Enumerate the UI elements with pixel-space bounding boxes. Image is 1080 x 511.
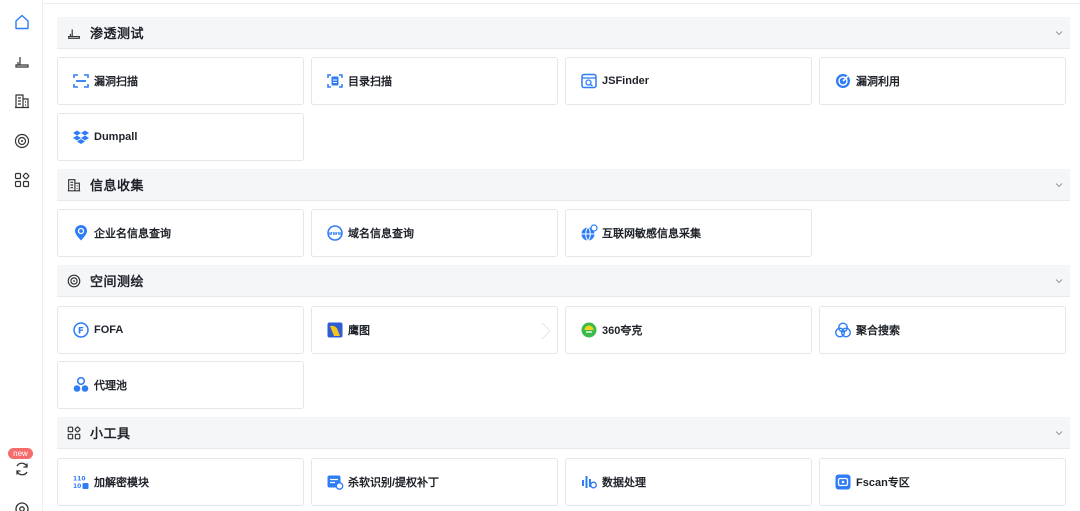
section-header-tools[interactable]: 小工具 xyxy=(57,417,1070,449)
directory-icon xyxy=(326,72,344,90)
radar-icon xyxy=(65,272,83,290)
section-title: 空间测绘 xyxy=(90,274,145,289)
card-label: Fscan专区 xyxy=(856,477,910,489)
fscan-icon xyxy=(834,473,852,491)
chevron-down-icon[interactable] xyxy=(1052,274,1066,288)
home-icon xyxy=(13,13,31,31)
card-sensitive-info[interactable]: 互联网敏感信息采集 xyxy=(565,209,812,257)
card-antivirus[interactable]: 杀软识别/提权补丁 xyxy=(311,458,558,506)
card-aggregate-search[interactable]: 聚合搜索 xyxy=(819,306,1066,354)
card-label: 漏洞扫描 xyxy=(94,76,138,88)
card-label: 企业名信息查询 xyxy=(94,228,171,240)
card-hunter[interactable]: 鹰图 xyxy=(311,306,558,354)
chevron-down-icon[interactable] xyxy=(1052,26,1066,40)
sidebar-item-pentest[interactable] xyxy=(0,46,43,76)
card-crypto[interactable]: 110 10 加解密模块 xyxy=(57,458,304,506)
card-label: FOFA xyxy=(94,324,124,336)
card-label: 域名信息查询 xyxy=(348,228,414,240)
card-vuln-scan[interactable]: 漏洞扫描 xyxy=(57,57,304,105)
card-fscan[interactable]: Fscan专区 xyxy=(819,458,1066,506)
card-label: 漏洞利用 xyxy=(856,76,900,88)
card-label: 加解密模块 xyxy=(94,477,149,489)
dropbox-icon xyxy=(72,128,90,146)
pentest-icon xyxy=(13,52,31,70)
top-divider xyxy=(43,0,1080,4)
sidebar: new xyxy=(0,0,43,511)
sidebar-item-tools[interactable] xyxy=(0,165,43,195)
card-jsfinder[interactable]: JSFinder xyxy=(565,57,812,105)
chevron-down-icon[interactable] xyxy=(1052,426,1066,440)
section-header-mapping[interactable]: 空间测绘 xyxy=(57,265,1070,297)
refresh-icon xyxy=(13,460,31,478)
svg-text:www: www xyxy=(327,231,342,237)
building-icon xyxy=(65,176,83,194)
fofa-icon: F xyxy=(72,321,90,339)
card-proxy-pool[interactable]: 代理池 xyxy=(57,361,304,409)
antivirus-icon xyxy=(326,473,344,491)
location-icon xyxy=(72,224,90,242)
data-icon xyxy=(580,473,598,491)
sidebar-item-settings[interactable] xyxy=(0,494,43,511)
sidebar-item-update[interactable] xyxy=(0,454,43,484)
card-company-query[interactable]: 企业名信息查询 xyxy=(57,209,304,257)
binary-icon: 110 10 xyxy=(72,473,90,491)
card-label: Dumpall xyxy=(94,131,138,143)
sidebar-item-home[interactable] xyxy=(0,7,43,37)
scan-icon xyxy=(72,72,90,90)
settings-icon xyxy=(13,500,31,511)
radar-icon xyxy=(13,132,31,150)
card-label: 杀软识别/提权补丁 xyxy=(348,477,440,489)
building-icon xyxy=(13,92,31,110)
aggregate-icon xyxy=(834,321,852,339)
card-label: 360夸克 xyxy=(602,325,643,337)
card-dir-scan[interactable]: 目录扫描 xyxy=(311,57,558,105)
card-label: JSFinder xyxy=(602,75,650,87)
svg-text:110: 110 xyxy=(73,476,86,483)
chevron-down-icon[interactable] xyxy=(1052,178,1066,192)
domain-icon: www xyxy=(326,224,344,242)
section-title: 信息收集 xyxy=(90,178,145,193)
card-label: 数据处理 xyxy=(602,477,646,489)
jsfinder-icon xyxy=(580,72,598,90)
sidebar-item-info[interactable] xyxy=(0,86,43,116)
card-label: 鹰图 xyxy=(348,325,370,337)
card-data-processing[interactable]: 数据处理 xyxy=(565,458,812,506)
section-header-pentest[interactable]: 渗透测试 xyxy=(57,17,1070,49)
hunter-icon xyxy=(326,321,344,339)
sidebar-item-mapping[interactable] xyxy=(0,126,43,156)
proxy-icon xyxy=(72,376,90,394)
svg-text:10: 10 xyxy=(73,483,81,490)
card-domain-query[interactable]: www 域名信息查询 xyxy=(311,209,558,257)
card-label: 目录扫描 xyxy=(348,76,392,88)
card-label: 聚合搜索 xyxy=(856,325,900,337)
globe-icon xyxy=(580,224,598,242)
chevron-right-icon xyxy=(539,321,553,341)
apps-icon xyxy=(65,424,83,442)
section-header-info[interactable]: 信息收集 xyxy=(57,169,1070,201)
card-dumpall[interactable]: Dumpall xyxy=(57,113,304,161)
card-label: 代理池 xyxy=(94,380,127,392)
card-exploit[interactable]: 漏洞利用 xyxy=(819,57,1066,105)
pentest-icon xyxy=(65,24,83,42)
card-quake[interactable]: 360夸克 xyxy=(565,306,812,354)
exploit-icon xyxy=(834,72,852,90)
section-title: 渗透测试 xyxy=(90,26,145,41)
apps-icon xyxy=(13,171,31,189)
section-title: 小工具 xyxy=(90,426,131,441)
card-fofa[interactable]: F FOFA xyxy=(57,306,304,354)
svg-text:F: F xyxy=(78,326,84,336)
card-label: 互联网敏感信息采集 xyxy=(602,228,701,240)
quake-icon xyxy=(580,321,598,339)
